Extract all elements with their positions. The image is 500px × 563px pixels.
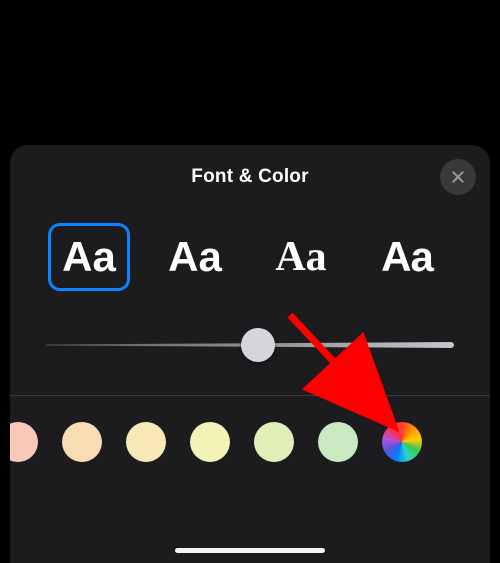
color-swatch-3[interactable] [190,422,230,462]
slider-thumb[interactable] [241,328,275,362]
color-swatch-2[interactable] [126,422,166,462]
font-option-2[interactable]: Aa [260,223,342,291]
color-swatch-4[interactable] [254,422,294,462]
color-swatch-1[interactable] [62,422,102,462]
home-indicator[interactable] [175,548,325,553]
color-picker-rainbow[interactable] [382,422,422,462]
close-button[interactable] [440,159,476,195]
screen: Font & Color Aa Aa Aa Aa [0,0,500,563]
font-color-sheet: Font & Color Aa Aa Aa Aa [10,145,490,563]
color-swatch-0[interactable] [10,422,38,462]
font-options-row: Aa Aa Aa Aa [10,209,490,291]
font-option-3[interactable]: Aa [366,223,448,291]
font-size-slider[interactable] [46,325,454,365]
sheet-title: Font & Color [191,166,308,188]
font-option-1[interactable]: Aa [154,223,236,291]
close-icon [450,169,466,185]
font-option-0[interactable]: Aa [48,223,130,291]
color-swatch-5[interactable] [318,422,358,462]
color-swatches-row [10,396,490,462]
sheet-header: Font & Color [10,145,490,209]
